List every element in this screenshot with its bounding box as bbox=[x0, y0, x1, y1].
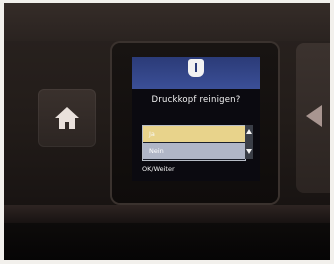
panel-top bbox=[4, 3, 330, 41]
home-button[interactable] bbox=[38, 89, 96, 147]
home-icon bbox=[55, 107, 79, 129]
info-icon bbox=[188, 59, 204, 77]
chevron-down-icon[interactable] bbox=[246, 149, 252, 154]
panel-shelf bbox=[4, 205, 330, 223]
panel-bottom bbox=[4, 223, 330, 260]
lcd-screen: Druckkopf reinigen? Ja Nein OK/Weiter bbox=[132, 57, 260, 181]
printer-panel-photo: Druckkopf reinigen? Ja Nein OK/Weiter bbox=[4, 3, 330, 260]
back-arrow-icon bbox=[306, 105, 322, 127]
display-bezel: Druckkopf reinigen? Ja Nein OK/Weiter bbox=[112, 43, 278, 203]
back-button[interactable] bbox=[296, 43, 330, 193]
dialog-header bbox=[132, 57, 260, 89]
options-list[interactable]: Ja Nein bbox=[142, 125, 246, 161]
options-scrollbar[interactable] bbox=[245, 125, 253, 159]
footer-hint: OK/Weiter bbox=[142, 165, 175, 173]
option-ja[interactable]: Ja bbox=[143, 126, 245, 142]
chevron-up-icon[interactable] bbox=[246, 129, 252, 134]
option-nein[interactable]: Nein bbox=[143, 143, 245, 159]
dialog-title: Druckkopf reinigen? bbox=[151, 95, 241, 105]
